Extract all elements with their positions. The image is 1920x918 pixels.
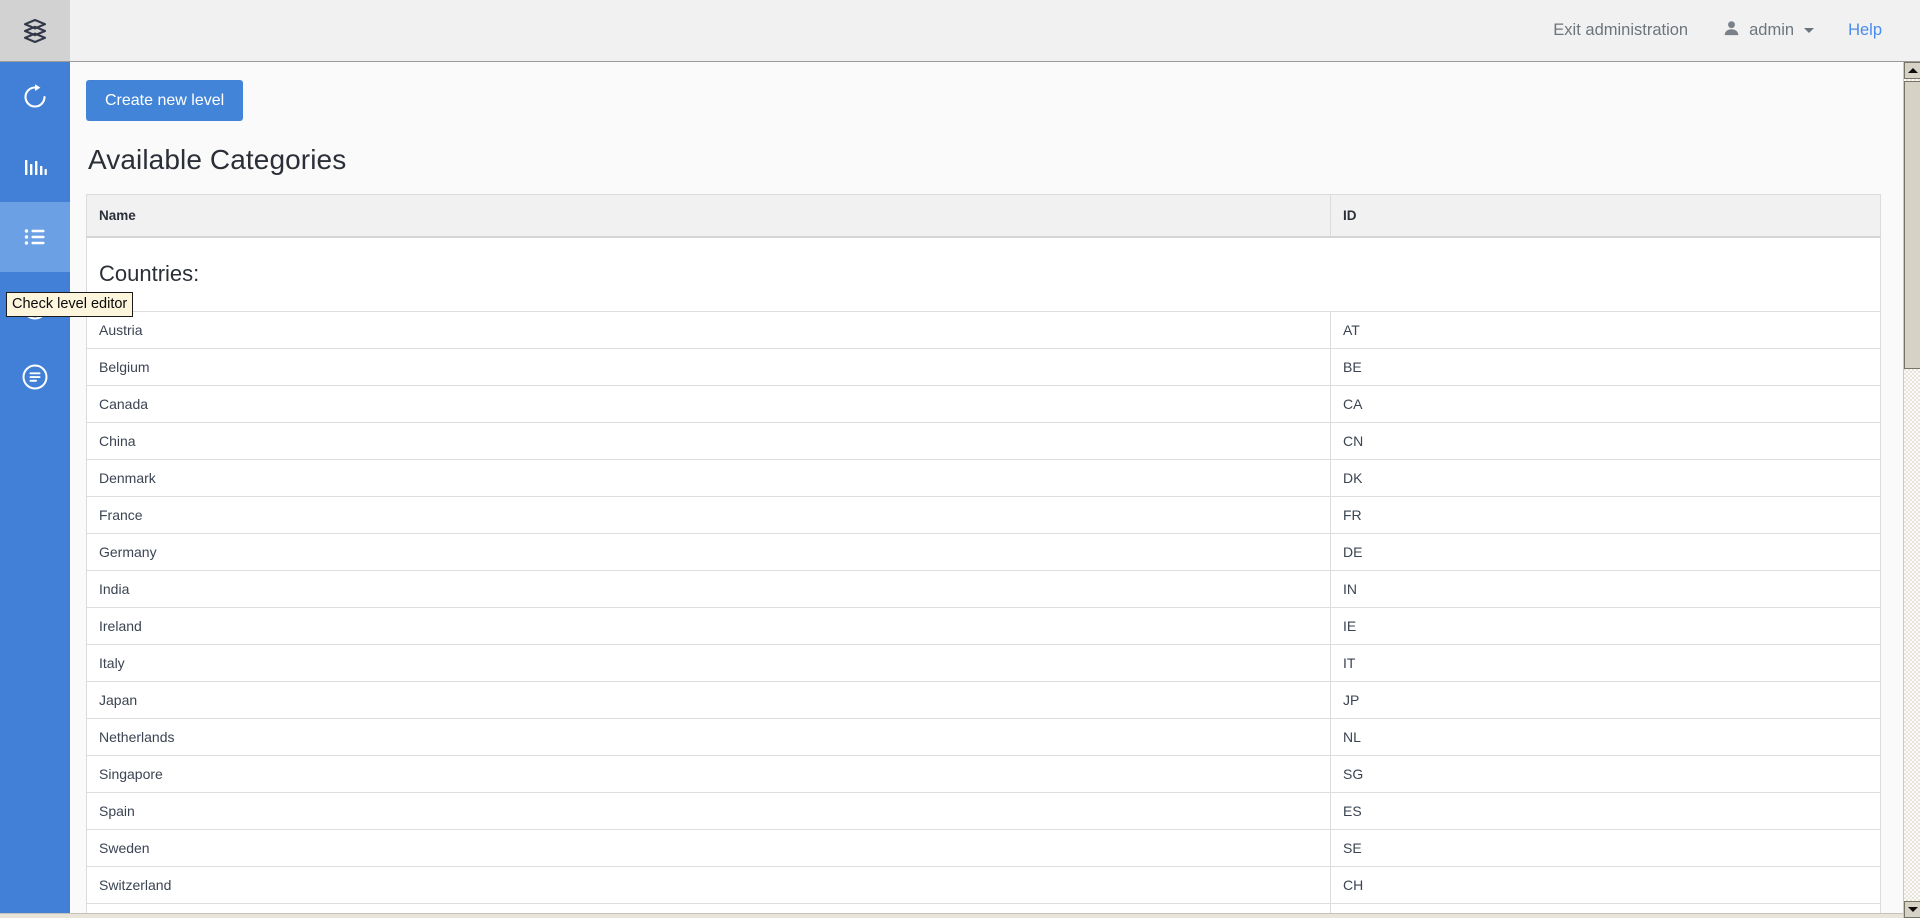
main-content: Create new level Available Categories Na… bbox=[70, 62, 1903, 918]
column-header-name[interactable]: Name bbox=[87, 195, 1331, 238]
table-row[interactable]: IrelandIE bbox=[87, 607, 1881, 644]
table-row[interactable]: DenmarkDK bbox=[87, 459, 1881, 496]
cell-name: India bbox=[87, 570, 1331, 607]
cell-name: Austria bbox=[87, 311, 1331, 348]
cell-name: Ireland bbox=[87, 607, 1331, 644]
tooltip-check-level-editor: Check level editor bbox=[6, 292, 133, 317]
table-row[interactable]: JapanJP bbox=[87, 681, 1881, 718]
app-logo[interactable] bbox=[0, 0, 70, 61]
sidebar-item-documents[interactable] bbox=[0, 342, 70, 412]
categories-table: Name ID Countries: AustriaATBelgiumBECan… bbox=[86, 194, 1881, 918]
top-bar: Exit administration admin Help bbox=[0, 0, 1920, 62]
column-header-id[interactable]: ID bbox=[1331, 195, 1881, 238]
table-row[interactable]: ChinaCN bbox=[87, 422, 1881, 459]
content-inner: Create new level Available Categories Na… bbox=[70, 62, 1882, 918]
app-root: Exit administration admin Help bbox=[0, 0, 1920, 918]
document-circle-icon bbox=[19, 361, 51, 393]
user-menu-label: admin bbox=[1749, 21, 1794, 40]
cell-id: ES bbox=[1331, 792, 1881, 829]
scrollbar-thumb[interactable] bbox=[1904, 81, 1920, 369]
cell-name: Denmark bbox=[87, 459, 1331, 496]
window-bottom-edge bbox=[0, 913, 1920, 918]
cell-id: DK bbox=[1331, 459, 1881, 496]
sidebar-item-refresh[interactable] bbox=[0, 62, 70, 132]
table-row[interactable]: IndiaIN bbox=[87, 570, 1881, 607]
cell-id: BE bbox=[1331, 348, 1881, 385]
cell-id: DE bbox=[1331, 533, 1881, 570]
triangle-down-icon bbox=[1908, 907, 1918, 912]
table-row[interactable]: BelgiumBE bbox=[87, 348, 1881, 385]
cell-name: Belgium bbox=[87, 348, 1331, 385]
cell-id: CN bbox=[1331, 422, 1881, 459]
triangle-up-icon bbox=[1908, 68, 1918, 73]
cell-name: Italy bbox=[87, 644, 1331, 681]
exit-administration-link[interactable]: Exit administration bbox=[1535, 0, 1706, 61]
user-menu[interactable]: admin bbox=[1706, 19, 1830, 43]
table-group-cell: Countries: bbox=[87, 237, 1881, 311]
vertical-scrollbar[interactable] bbox=[1903, 62, 1920, 918]
scrollbar-track[interactable] bbox=[1904, 79, 1920, 901]
table-row[interactable]: SwedenSE bbox=[87, 829, 1881, 866]
cell-name: Canada bbox=[87, 385, 1331, 422]
cell-id: IT bbox=[1331, 644, 1881, 681]
cell-id: SG bbox=[1331, 755, 1881, 792]
person-icon bbox=[1722, 19, 1741, 43]
help-link[interactable]: Help bbox=[1830, 0, 1898, 61]
cell-id: FR bbox=[1331, 496, 1881, 533]
create-new-level-button[interactable]: Create new level bbox=[86, 80, 243, 121]
cell-name: Japan bbox=[87, 681, 1331, 718]
layers-logo-icon bbox=[20, 16, 50, 46]
table-row[interactable]: AustriaAT bbox=[87, 311, 1881, 348]
cell-name: France bbox=[87, 496, 1331, 533]
table-row[interactable]: SwitzerlandCH bbox=[87, 866, 1881, 903]
table-header-row: Name ID bbox=[87, 195, 1881, 238]
cell-id: CA bbox=[1331, 385, 1881, 422]
cell-name: Singapore bbox=[87, 755, 1331, 792]
cell-id: CH bbox=[1331, 866, 1881, 903]
sidebar-item-statistics[interactable] bbox=[0, 132, 70, 202]
sidebar-item-categories[interactable] bbox=[0, 202, 70, 272]
cell-id: NL bbox=[1331, 718, 1881, 755]
cell-id: JP bbox=[1331, 681, 1881, 718]
group-title-countries: Countries: bbox=[87, 261, 1880, 287]
cell-id: AT bbox=[1331, 311, 1881, 348]
list-icon bbox=[19, 221, 51, 253]
refresh-circle-icon bbox=[19, 81, 51, 113]
table-row[interactable]: NetherlandsNL bbox=[87, 718, 1881, 755]
page-title: Available Categories bbox=[88, 144, 1882, 176]
table-row[interactable]: SingaporeSG bbox=[87, 755, 1881, 792]
cell-name: Netherlands bbox=[87, 718, 1331, 755]
table-row[interactable]: GermanyDE bbox=[87, 533, 1881, 570]
cell-name: Spain bbox=[87, 792, 1331, 829]
table-row[interactable]: SpainES bbox=[87, 792, 1881, 829]
cell-name: Switzerland bbox=[87, 866, 1331, 903]
sidebar bbox=[0, 62, 70, 918]
cell-name: Germany bbox=[87, 533, 1331, 570]
table-row[interactable]: ItalyIT bbox=[87, 644, 1881, 681]
cell-id: IN bbox=[1331, 570, 1881, 607]
cell-name: China bbox=[87, 422, 1331, 459]
caret-down-icon bbox=[1804, 28, 1814, 33]
table-row[interactable]: CanadaCA bbox=[87, 385, 1881, 422]
bar-chart-icon bbox=[19, 151, 51, 183]
table-group-row: Countries: bbox=[87, 237, 1881, 311]
scroll-up-button[interactable] bbox=[1904, 62, 1920, 79]
scroll-down-button[interactable] bbox=[1904, 901, 1920, 918]
table-head: Name ID bbox=[87, 195, 1881, 238]
cell-id: SE bbox=[1331, 829, 1881, 866]
table-body: Countries: AustriaATBelgiumBECanadaCAChi… bbox=[87, 237, 1881, 918]
table-row[interactable]: FranceFR bbox=[87, 496, 1881, 533]
top-bar-actions: Exit administration admin Help bbox=[1535, 0, 1920, 61]
cell-id: IE bbox=[1331, 607, 1881, 644]
cell-name: Sweden bbox=[87, 829, 1331, 866]
